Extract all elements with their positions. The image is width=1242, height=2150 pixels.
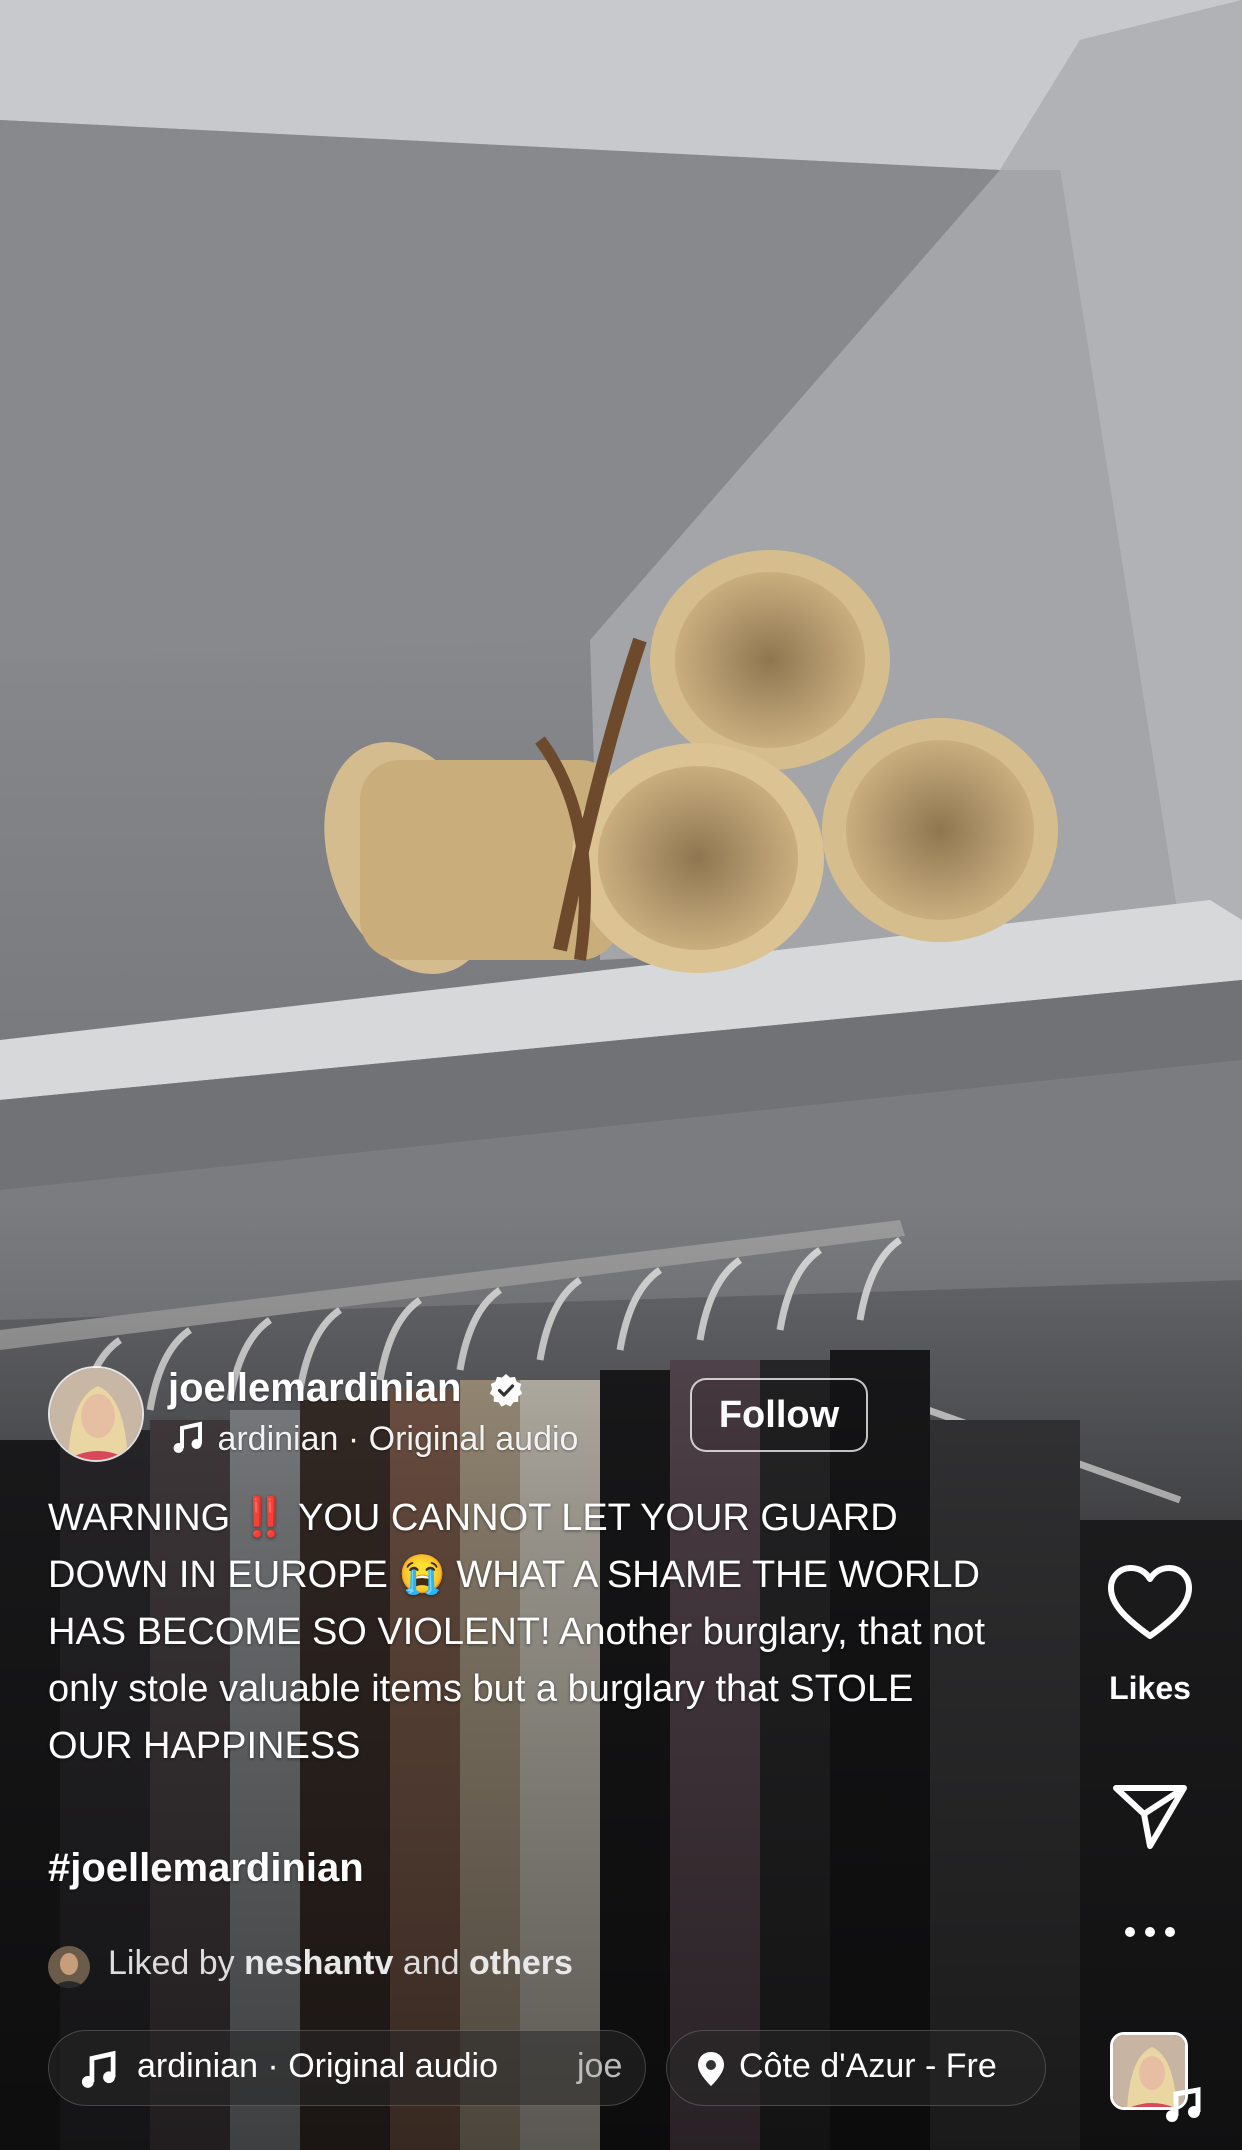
avatar-image bbox=[50, 1368, 142, 1460]
liked-by-avatar bbox=[48, 1946, 90, 1988]
verified-badge-icon bbox=[489, 1374, 523, 1407]
audio-pill[interactable]: ardinian · Original audio joe bbox=[48, 2030, 646, 2106]
liked-by-prefix: Liked by bbox=[108, 1944, 235, 1982]
more-icon bbox=[1125, 1927, 1175, 1937]
share-icon bbox=[1113, 1785, 1187, 1849]
post-caption[interactable]: WARNING ‼️ YOU CANNOT LET YOUR GUARD DOW… bbox=[48, 1490, 1008, 1775]
caption-hashtag[interactable]: #joellemardinian bbox=[48, 1846, 364, 1891]
music-note-icon bbox=[173, 1421, 202, 1453]
liked-by-text: Liked by neshantv and others bbox=[108, 1944, 573, 1983]
liked-by-and: and bbox=[402, 1944, 460, 1982]
audio-line-text: ardinian · Original audio bbox=[217, 1420, 579, 1458]
audio-pill-text: ardinian · Original audio bbox=[137, 2047, 498, 2085]
music-note-icon bbox=[1166, 2087, 1201, 2122]
heart-icon bbox=[1108, 1565, 1192, 1639]
location-pill-text: Côte d'Azur - Fre bbox=[739, 2047, 997, 2085]
author-username[interactable]: joellemardinian bbox=[168, 1366, 461, 1411]
location-pin-icon bbox=[698, 2052, 724, 2086]
like-button[interactable] bbox=[1100, 1562, 1200, 1672]
liked-by-user[interactable]: neshantv bbox=[244, 1944, 393, 1982]
more-options-button[interactable] bbox=[1118, 1920, 1182, 1944]
author-row: joellemardinian ardinian · Original audi… bbox=[48, 1366, 878, 1466]
liked-by-avatar-image bbox=[48, 1946, 90, 1988]
music-note-icon bbox=[81, 2050, 116, 2088]
share-button[interactable] bbox=[1110, 1780, 1190, 1852]
audio-pill-text-overflow: joe bbox=[577, 2047, 623, 2085]
follow-button[interactable]: Follow bbox=[690, 1378, 868, 1452]
author-avatar[interactable] bbox=[48, 1366, 144, 1462]
audio-line[interactable]: ardinian · Original audio bbox=[168, 1420, 578, 1459]
liked-by-others[interactable]: others bbox=[469, 1944, 573, 1982]
likes-label[interactable]: Likes bbox=[1086, 1670, 1214, 1707]
location-pill[interactable]: Côte d'Azur - Fre bbox=[666, 2030, 1046, 2106]
